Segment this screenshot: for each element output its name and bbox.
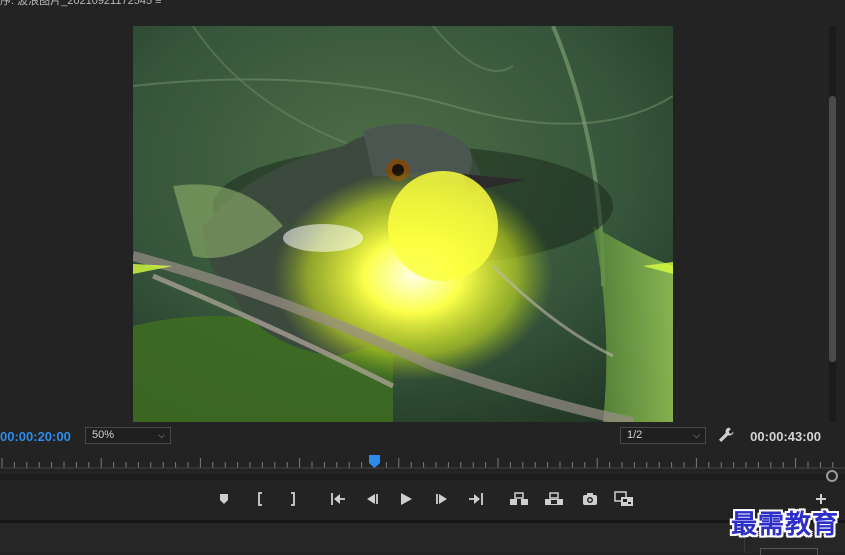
overwrite-icon[interactable] [543,488,565,510]
chevron-down-icon: ⌵ [158,430,165,440]
program-monitor-video[interactable] [133,26,673,422]
step-back-icon[interactable] [361,488,383,510]
settings-wrench-icon[interactable] [717,426,735,444]
marker-icon[interactable] [213,488,235,510]
chevron-down-icon: ⌵ [693,430,700,440]
current-timecode[interactable]: 00:00:20:00 [0,429,71,444]
playback-resolution-select[interactable]: 1/2 ⌵ [620,427,706,444]
zoom-handle[interactable] [826,470,838,482]
scrollbar-thumb[interactable] [829,96,836,362]
playhead-marker[interactable] [369,455,381,468]
go-to-out-icon[interactable] [465,488,487,510]
zoom-level-value: 50% [92,429,115,441]
panel-box [760,548,818,555]
duration-timecode: 00:00:43:00 [750,429,821,444]
play-icon[interactable] [395,488,417,510]
export-frame-icon[interactable] [579,488,601,510]
window-title: 序: 波浪图片_20210921172545 ≡ [0,0,162,7]
step-forward-icon[interactable] [431,488,453,510]
transport-controls [210,488,650,510]
mark-in-icon[interactable] [249,488,271,510]
comparison-view-icon[interactable] [613,488,635,510]
playback-resolution-value: 1/2 [627,429,643,441]
timeline-zoom-scrollbar[interactable] [0,474,845,480]
video-frame-bird-image [133,26,673,422]
go-to-in-icon[interactable] [327,488,349,510]
vertical-scrollbar[interactable] [829,26,836,422]
mark-out-icon[interactable] [282,488,304,510]
zoom-level-select[interactable]: 50% ⌵ [85,427,171,444]
bottom-panel [0,523,845,553]
insert-icon[interactable] [508,488,530,510]
watermark-text: 最需教育 [730,510,839,540]
time-ruler[interactable] [0,454,845,472]
